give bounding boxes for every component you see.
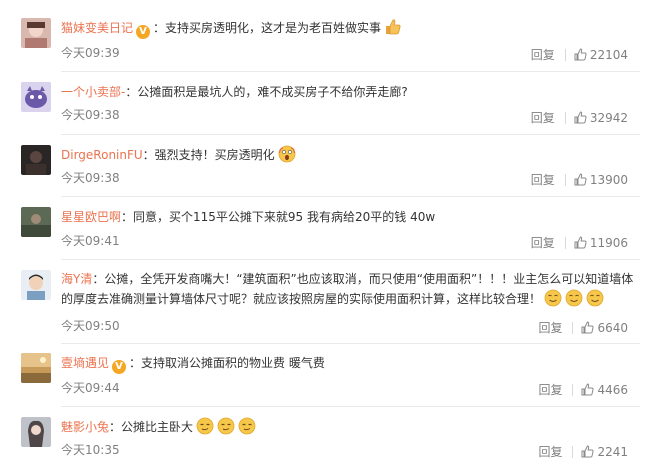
comment-text: ：同意，买个115平公摊下来就95 我有病给20平的钱 40w — [121, 210, 436, 224]
username-link[interactable]: 魅影小兔 — [61, 420, 109, 434]
comment-text: ：强烈支持！买房透明化 — [142, 148, 275, 162]
comment-actions: 回复 32942 — [531, 110, 628, 128]
comment-actions: 回复 4466 — [538, 382, 628, 400]
reply-button[interactable]: 回复 — [531, 110, 555, 126]
avatar[interactable] — [21, 82, 51, 112]
divider — [564, 237, 566, 249]
comment-line: 猫妹变美日记 V ：支持买房透明化，这才是为老百姓做实事 — [61, 18, 640, 42]
like-icon[interactable] — [581, 383, 594, 400]
comment-actions: 回复 13900 — [531, 172, 628, 190]
like-icon[interactable] — [574, 111, 587, 128]
smile-emoji-icon — [544, 289, 562, 313]
verified-badge-icon: V — [136, 25, 151, 39]
comment-actions: 回复 6640 — [538, 320, 628, 338]
like-count[interactable]: 11906 — [590, 236, 628, 250]
avatar[interactable] — [21, 207, 51, 237]
divider — [61, 71, 640, 72]
smile-emoji-icon — [586, 289, 604, 313]
divider — [61, 259, 640, 260]
timestamp: 今天09:38 — [61, 108, 120, 122]
username-link[interactable]: 海Y清 — [61, 272, 92, 286]
comment-actions: 回复 22104 — [531, 47, 628, 65]
username-link[interactable]: 一个小卖部- — [61, 85, 125, 99]
like-icon[interactable] — [581, 445, 594, 462]
avatar[interactable] — [21, 417, 51, 447]
divider — [572, 322, 574, 334]
comment-text: ：公摊比主卧大 — [109, 420, 194, 434]
divider — [61, 134, 640, 135]
reply-button[interactable]: 回复 — [531, 172, 555, 188]
divider — [572, 384, 574, 396]
scream-emoji-icon — [278, 145, 296, 169]
timestamp: 今天09:38 — [61, 171, 120, 185]
smirk-emoji-icon — [238, 417, 256, 441]
like-count[interactable]: 2241 — [597, 445, 628, 459]
divider — [61, 343, 640, 344]
thumbs-up-emoji-icon — [384, 18, 402, 42]
comment-text: ：支持取消公摊面积的物业费 暖气费 — [129, 356, 325, 370]
divider — [61, 196, 640, 197]
avatar[interactable] — [21, 270, 51, 300]
like-count[interactable]: 22104 — [590, 48, 628, 62]
smirk-emoji-icon — [217, 417, 235, 441]
divider — [564, 49, 566, 61]
timestamp: 今天10:35 — [61, 443, 120, 457]
like-icon[interactable] — [574, 48, 587, 65]
username-link[interactable]: 壹墒遇见 — [61, 356, 109, 370]
smirk-emoji-icon — [196, 417, 214, 441]
timestamp: 今天09:41 — [61, 234, 120, 248]
reply-button[interactable]: 回复 — [538, 444, 562, 460]
like-count[interactable]: 4466 — [597, 383, 628, 397]
divider — [564, 112, 566, 124]
divider — [61, 406, 640, 407]
like-count[interactable]: 13900 — [590, 173, 628, 187]
username-link[interactable]: 猫妹变美日记 — [61, 21, 133, 35]
like-icon[interactable] — [574, 236, 587, 253]
timestamp: 今天09:44 — [61, 381, 120, 395]
verified-badge-icon: V — [112, 360, 127, 374]
comment-line: 一个小卖部-：公摊面积是最坑人的，难不成买房子不给你弄走廊? — [61, 82, 640, 102]
smile-emoji-icon — [565, 289, 583, 313]
comment-actions: 回复 11906 — [531, 235, 628, 253]
comment-text: ：支持买房透明化，这才是为老百姓做实事 — [153, 21, 382, 35]
timestamp: 今天09:39 — [61, 46, 120, 60]
avatar[interactable] — [21, 145, 51, 175]
like-icon[interactable] — [581, 321, 594, 338]
reply-button[interactable]: 回复 — [538, 320, 562, 336]
like-count[interactable]: 6640 — [597, 321, 628, 335]
divider — [572, 446, 574, 458]
avatar[interactable] — [21, 353, 51, 383]
comment-line: 星星欧巴啊：同意，买个115平公摊下来就95 我有病给20平的钱 40w — [61, 207, 640, 227]
username-link[interactable]: 星星欧巴啊 — [61, 210, 121, 224]
comment-text: ：公摊面积是最坑人的，难不成买房子不给你弄走廊? — [125, 85, 408, 99]
like-icon[interactable] — [574, 173, 587, 190]
timestamp: 今天09:50 — [61, 319, 120, 333]
avatar[interactable] — [21, 18, 51, 48]
reply-button[interactable]: 回复 — [538, 382, 562, 398]
like-count[interactable]: 32942 — [590, 111, 628, 125]
comment-line: DirgeRoninFU：强烈支持！买房透明化 — [61, 145, 640, 169]
reply-button[interactable]: 回复 — [531, 235, 555, 251]
comment-line: 海Y清：公摊，全凭开发商嘴大！“建筑面积”也应该取消，而只使用“使用面积”！！！… — [61, 270, 639, 313]
divider — [564, 174, 566, 186]
username-link[interactable]: DirgeRoninFU — [61, 148, 143, 162]
reply-button[interactable]: 回复 — [531, 47, 555, 63]
comment-actions: 回复 2241 — [538, 444, 628, 462]
comment-line: 魅影小兔：公摊比主卧大 — [61, 417, 640, 441]
comment-line: 壹墒遇见 V ：支持取消公摊面积的物业费 暖气费 — [61, 353, 640, 374]
